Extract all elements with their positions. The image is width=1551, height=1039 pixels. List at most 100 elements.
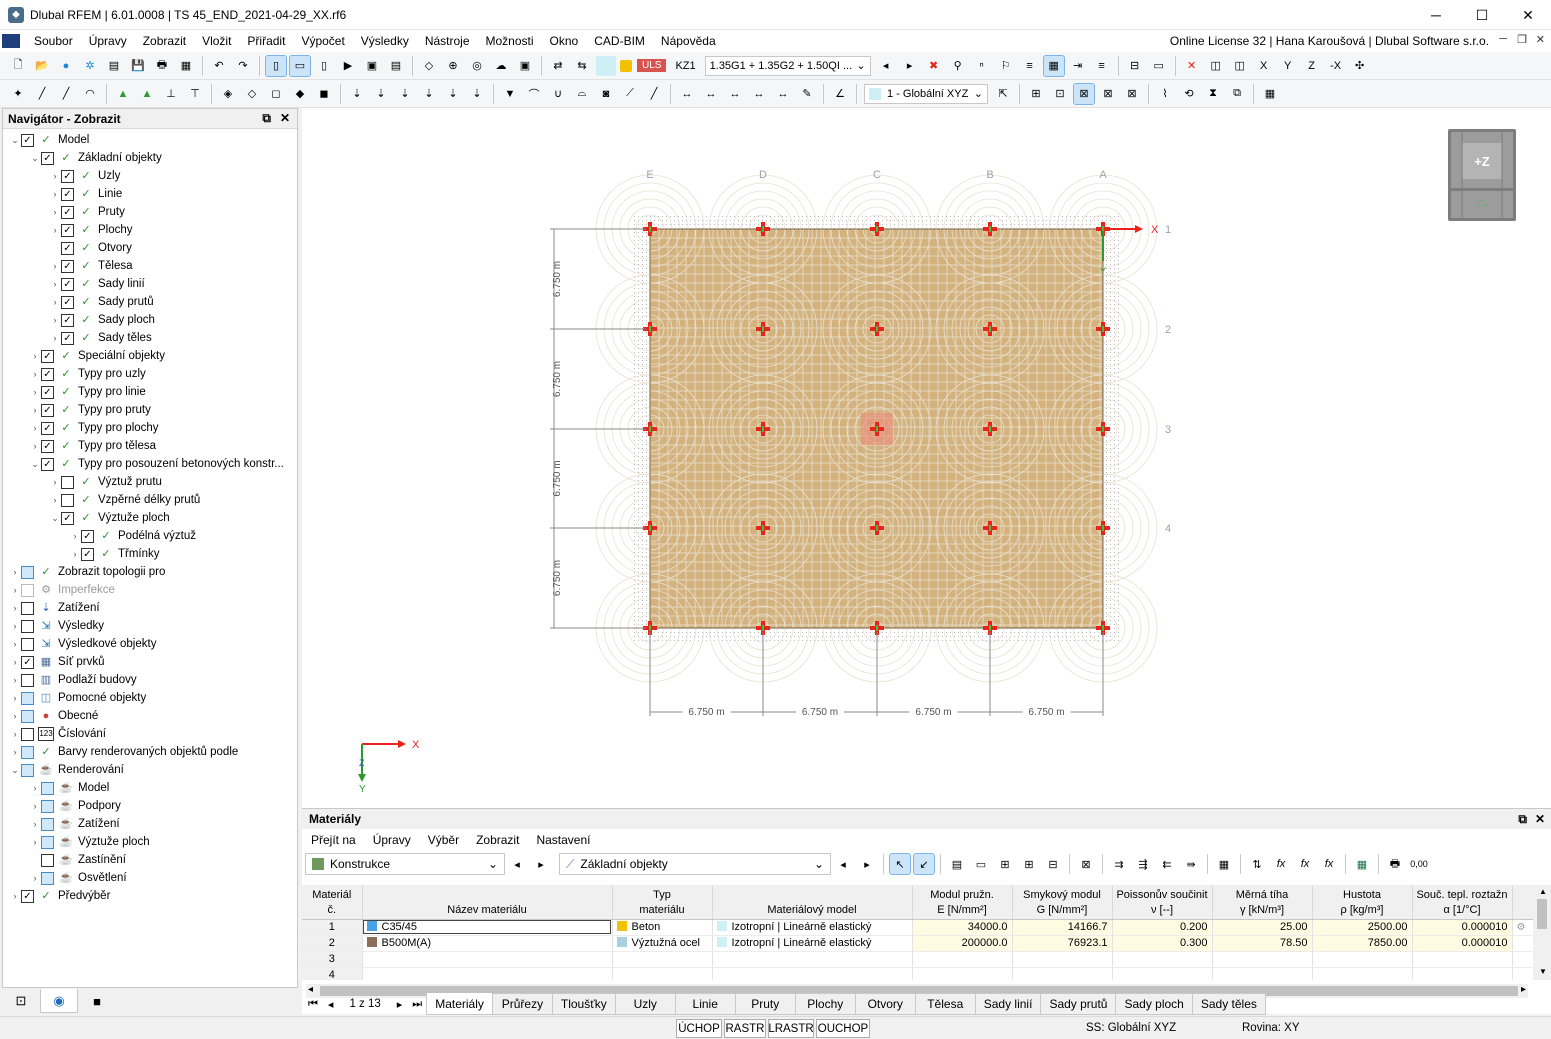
grid-icon[interactable]: ⊞ [1026,84,1046,104]
select-icon[interactable]: ↖ [889,853,911,875]
select2-icon[interactable]: ↙ [913,853,935,875]
tree-checkbox[interactable] [21,583,34,597]
folder-icon[interactable]: ▭ [971,854,991,874]
node-icon[interactable]: ✦ [8,84,28,104]
fx-edit-icon[interactable]: fx [1295,854,1315,874]
menu-vlozit[interactable]: Vložit [194,34,239,48]
tree-checkbox[interactable] [41,799,54,813]
menu-cad-bim[interactable]: CAD-BIM [586,34,653,48]
table-cell-nu[interactable] [1112,967,1213,980]
menu-moznosti[interactable]: Možnosti [478,34,542,48]
expand-icon[interactable]: › [9,585,21,595]
expand-icon[interactable]: › [29,405,41,415]
table-cell-type[interactable]: Beton [612,919,713,936]
web-service-icon[interactable]: ✲ [80,56,100,76]
tree-checkbox[interactable] [21,727,34,741]
tree-checkbox[interactable]: ✓ [41,457,54,471]
arc-icon[interactable]: ◠ [80,84,100,104]
xyz-values-icon[interactable]: ⁿ [972,56,992,76]
undo-icon[interactable]: ↶ [209,56,229,76]
tree-checkbox[interactable]: ✓ [61,169,74,183]
fx-icon[interactable]: fx [1271,854,1291,874]
tree-checkbox[interactable]: ✓ [21,889,34,903]
prev-icon[interactable]: ◂ [876,56,896,76]
tree-node[interactable]: ⌄ ☕ Renderování [3,761,297,779]
view-z-icon[interactable]: Z [1302,56,1322,76]
expand-icon[interactable]: › [49,261,61,271]
column-header[interactable]: Měrná tíha γ [kN/m³] [1212,885,1313,920]
collapse-icon[interactable]: ⌄ [49,513,61,524]
expand-icon[interactable]: › [49,297,61,307]
close-button[interactable]: ✕ [1505,0,1551,30]
tree-checkbox[interactable] [21,709,34,723]
table-cell-alpha[interactable] [1412,951,1513,968]
next-page-icon[interactable]: ▸ [397,998,403,1011]
menu-nastroje[interactable]: Nástroje [417,34,478,48]
menu-soubor[interactable]: Soubor [26,34,81,48]
expand-icon[interactable]: › [29,783,41,793]
console-icon[interactable]: ▶ [338,56,358,76]
table-cell-type[interactable] [612,951,713,968]
tree-node[interactable]: › ✓ ✓ Sady těles [3,329,297,347]
tree-node[interactable]: › ⇲ Výsledky [3,617,297,635]
collapse-icon[interactable]: ⌄ [9,135,21,146]
menu-nastaveni[interactable]: Nastavení [536,833,590,847]
next-icon[interactable]: ▸ [857,854,877,874]
edit-icon[interactable]: ✎ [797,84,817,104]
table-cell-nu[interactable]: 0.300 [1112,935,1213,952]
cloud-icon[interactable]: ● [56,56,76,76]
cut-icon[interactable]: ⇶ [1133,854,1153,874]
prev-page-icon[interactable]: ◂ [328,998,334,1011]
table-cell-model[interactable] [712,951,913,968]
column-header[interactable]: Materiálový model [712,885,913,920]
table-cell-alpha[interactable]: 0.000010 [1412,919,1513,936]
tree-checkbox[interactable]: ✓ [41,439,54,453]
view-filter-icon[interactable]: ▦ [1042,54,1065,77]
expand-icon[interactable]: › [29,423,41,433]
tree-node[interactable]: › ✓ ✓ Předvýběr [3,887,297,905]
tree-node[interactable]: › ✓ ✓ Sady linií [3,275,297,293]
lgrid-toggle[interactable]: LRASTR [768,1019,814,1038]
tree-node[interactable]: › ✓ ✓ Uzly [3,167,297,185]
structure-dropdown[interactable]: Konstrukce ⌄ [305,853,505,875]
tree-checkbox[interactable]: ✓ [41,367,54,381]
tree-checkbox[interactable] [41,853,54,867]
cube-icon[interactable]: ◫ [1206,56,1226,76]
table-row[interactable]: 3 [302,951,1533,968]
menu-zobrazit[interactable]: Zobrazit [135,34,194,48]
cs-icon[interactable]: ⇱ [993,84,1013,104]
tree-checkbox[interactable]: ✓ [61,205,74,219]
tree-node[interactable]: › ✓ ✓ Plochy [3,221,297,239]
tree-checkbox[interactable] [21,745,34,759]
tree-checkbox[interactable]: ✓ [41,349,54,363]
delete-icon[interactable]: ⊠ [1076,854,1096,874]
tree-checkbox[interactable] [21,673,34,687]
table-cell-no[interactable]: 4 [302,967,363,980]
tree-checkbox[interactable] [61,475,74,489]
release-icon[interactable]: ⊤ [185,84,205,104]
last-page-icon[interactable]: ⏭ [412,998,422,1011]
tree-checkbox[interactable] [21,565,34,579]
minimize-button[interactable]: ─ [1413,0,1459,30]
expand-icon[interactable]: › [29,369,41,379]
tree-node[interactable]: ✓ ✓ Otvory [3,239,297,257]
table-cell-name[interactable]: B500M(A) [362,935,613,952]
tab-10[interactable]: Sady linií [975,993,1042,1015]
tree-node[interactable]: › ✓ ✓ Typy pro tělesa [3,437,297,455]
tree-checkbox[interactable] [21,691,34,705]
line-tool-icon[interactable]: ╱ [644,84,664,104]
expand-icon[interactable]: › [49,495,61,505]
tree-node[interactable]: › ☕ Podpory [3,797,297,815]
print-preview-icon[interactable]: ▤ [104,56,124,76]
expand-icon[interactable]: › [49,207,61,217]
expand-icon[interactable]: › [49,333,61,343]
tree-checkbox[interactable]: ✓ [61,295,74,309]
tree-node[interactable]: › ⇣ Zatížení [3,599,297,617]
tree-node[interactable]: › ✓ ✓ Třmínky [3,545,297,563]
text-icon[interactable]: ▣ [515,56,535,76]
tree-node[interactable]: › ☕ Model [3,779,297,797]
tab-3[interactable]: Tloušťky [552,993,616,1015]
tree-checkbox[interactable]: ✓ [41,421,54,435]
tree-node[interactable]: › ✓ ✓ Linie [3,185,297,203]
tab-9[interactable]: Tělesa [915,993,976,1015]
